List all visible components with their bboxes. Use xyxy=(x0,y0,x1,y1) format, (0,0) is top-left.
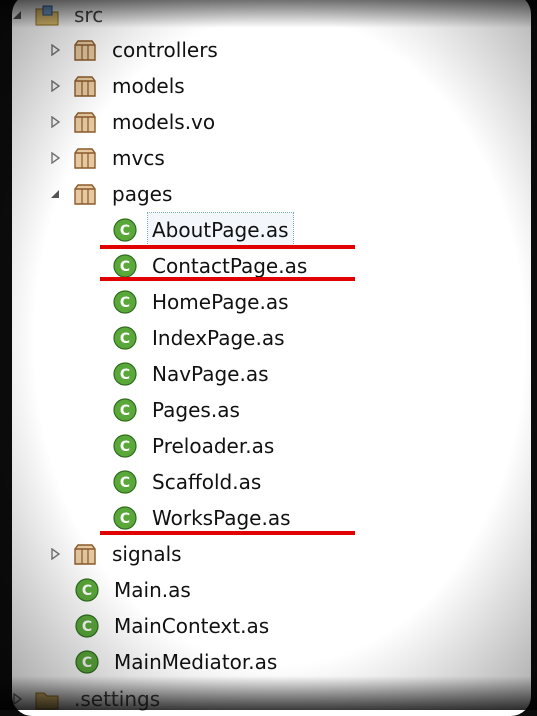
tree-item-file[interactable]: C AboutPage.as xyxy=(112,212,294,248)
tree-item-label: .settings xyxy=(74,687,161,711)
tree-item-settings[interactable]: .settings xyxy=(10,682,160,716)
tree-item-file[interactable]: C IndexPage.as xyxy=(112,321,285,355)
svg-text:C: C xyxy=(82,583,92,599)
expand-arrow-icon[interactable] xyxy=(10,692,24,706)
tree-item-package[interactable]: controllers xyxy=(48,33,218,67)
tree-item-label: Preloader.as xyxy=(152,434,275,458)
tree-item-label: MainContext.as xyxy=(114,614,270,638)
class-file-icon: C xyxy=(112,217,138,243)
tree-item-label: MainMediator.as xyxy=(114,650,278,674)
tree-item-label: models.vo xyxy=(112,110,216,134)
class-file-icon: C xyxy=(112,505,138,531)
tree-item-file[interactable]: C WorksPage.as xyxy=(112,501,291,535)
red-underline-annotation xyxy=(100,277,355,281)
tree-item-file[interactable]: C HomePage.as xyxy=(112,285,289,319)
class-file-icon: C xyxy=(112,289,138,315)
class-file-icon: C xyxy=(112,253,138,279)
svg-text:C: C xyxy=(120,223,130,239)
tree-item-label: IndexPage.as xyxy=(152,326,285,350)
expand-arrow-icon[interactable] xyxy=(48,43,62,57)
svg-text:C: C xyxy=(120,367,130,383)
tree-item-label: WorksPage.as xyxy=(152,506,291,530)
tree-item-label: src xyxy=(74,3,104,27)
tree-item-label: Main.as xyxy=(114,578,191,602)
svg-text:C: C xyxy=(120,439,130,455)
class-file-icon: C xyxy=(112,325,138,351)
tree-item-package[interactable]: mvcs xyxy=(48,141,165,175)
svg-text:C: C xyxy=(82,619,92,635)
class-file-icon: C xyxy=(74,577,100,603)
source-folder-icon xyxy=(34,2,60,28)
tree-item-package[interactable]: models.vo xyxy=(48,105,215,139)
red-underline-annotation xyxy=(100,245,355,249)
tree-item-label: NavPage.as xyxy=(152,362,269,386)
folder-icon xyxy=(34,686,60,712)
tree-item-file[interactable]: C MainContext.as xyxy=(74,609,269,643)
expand-arrow-icon[interactable] xyxy=(48,115,62,129)
tree-item-label: signals xyxy=(112,542,182,566)
package-icon xyxy=(72,181,98,207)
package-icon xyxy=(72,37,98,63)
package-icon xyxy=(72,73,98,99)
svg-text:C: C xyxy=(82,655,92,671)
package-icon xyxy=(72,109,98,135)
class-file-icon: C xyxy=(112,361,138,387)
class-file-icon: C xyxy=(74,649,100,675)
tree-item-label: Pages.as xyxy=(152,398,240,422)
class-file-icon: C xyxy=(74,613,100,639)
expand-arrow-icon[interactable] xyxy=(48,547,62,561)
package-icon xyxy=(72,145,98,171)
tree-item-file[interactable]: C Scaffold.as xyxy=(112,465,261,499)
tree-item-label: controllers xyxy=(112,38,218,62)
tree-item-label: pages xyxy=(112,182,173,206)
class-file-icon: C xyxy=(112,433,138,459)
collapse-arrow-icon[interactable] xyxy=(10,8,24,22)
tree-item-package[interactable]: signals xyxy=(48,537,182,571)
svg-text:C: C xyxy=(120,511,130,527)
package-icon xyxy=(72,541,98,567)
tree-item-label: Scaffold.as xyxy=(152,470,262,494)
class-file-icon: C xyxy=(112,397,138,423)
tree-item-file[interactable]: C NavPage.as xyxy=(112,357,269,391)
collapse-arrow-icon[interactable] xyxy=(48,187,62,201)
svg-text:C: C xyxy=(120,331,130,347)
tree-item-src[interactable]: src xyxy=(10,0,103,32)
tree-item-label: mvcs xyxy=(112,146,165,170)
tree-item-label: models xyxy=(112,74,185,98)
expand-arrow-icon[interactable] xyxy=(48,151,62,165)
red-underline-annotation xyxy=(100,531,355,535)
tree-item-pages[interactable]: pages xyxy=(48,177,172,211)
tree-item-file[interactable]: C MainMediator.as xyxy=(74,645,277,679)
tree-item-file[interactable]: C Preloader.as xyxy=(112,429,274,463)
tree-item-package[interactable]: models xyxy=(48,69,185,103)
tree-item-file[interactable]: C Pages.as xyxy=(112,393,240,427)
tree-item-label: AboutPage.as xyxy=(147,212,294,248)
svg-text:C: C xyxy=(120,259,130,275)
tree-item-file[interactable]: C Main.as xyxy=(74,573,191,607)
expand-arrow-icon[interactable] xyxy=(48,79,62,93)
class-file-icon: C xyxy=(112,469,138,495)
svg-text:C: C xyxy=(120,295,130,311)
svg-text:C: C xyxy=(120,475,130,491)
svg-text:C: C xyxy=(120,403,130,419)
tree-item-label: HomePage.as xyxy=(152,290,289,314)
